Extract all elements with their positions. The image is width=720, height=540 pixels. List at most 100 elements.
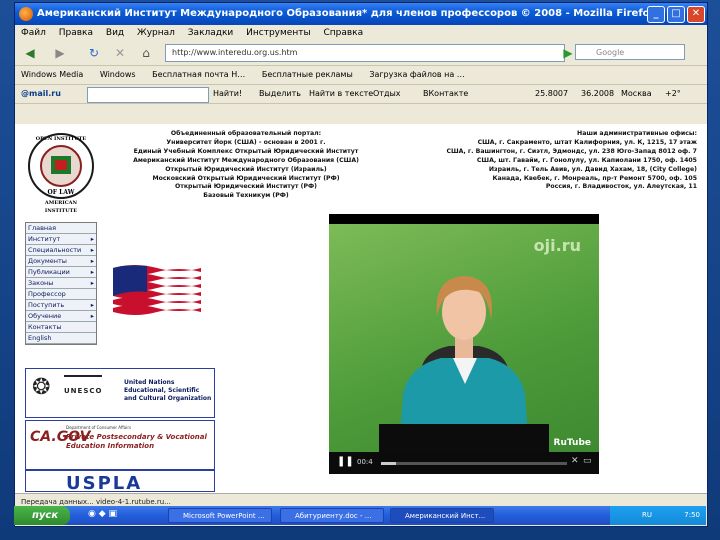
uspla-banner[interactable]: USPLA (25, 470, 215, 492)
side-menu-item[interactable]: Публикации ▸ (26, 267, 96, 278)
bookmark-item[interactable]: Бесплатная почта H… (152, 70, 245, 79)
temperature: +2° (665, 89, 681, 98)
side-menu: Главная Институт ▸ Специальности ▸ Докумен… (25, 222, 97, 345)
firefox-icon (19, 7, 33, 21)
menu-help[interactable]: Справка (323, 28, 363, 38)
find-button[interactable]: Найти! (213, 85, 242, 103)
presenter-image (379, 276, 549, 452)
minimize-button[interactable]: _ (647, 6, 665, 23)
address-bar[interactable]: http://www.interedu.org.us.htm (165, 44, 565, 62)
fullscreen-icon[interactable]: ▭ (583, 456, 592, 466)
side-menu-item[interactable]: Законы ▸ (26, 278, 96, 289)
header-line: Открытый Юридический Институт (РФ) (175, 183, 317, 191)
logo-text-line4: INSTITUTE (45, 208, 77, 214)
vkontakte-button[interactable]: ВКонтакте (423, 85, 468, 103)
mailru-logo[interactable]: @mail.ru (21, 85, 61, 103)
search-input[interactable]: Google (575, 44, 685, 60)
bookmark-item[interactable]: Windows Media (21, 70, 83, 79)
unesco-text: United Nations Educational, Scientific a… (124, 379, 212, 402)
taskbar-item-powerpoint[interactable]: Microsoft PowerPoint ... (168, 508, 272, 523)
logo-text-line1: OPEN INSTITUTE (36, 136, 87, 142)
stop-icon[interactable]: ✕ (111, 44, 129, 62)
header-line: Университет Йорк (США) - основан в 2001 … (166, 138, 326, 146)
city-weather[interactable]: Москва (621, 85, 652, 103)
video-frame[interactable]: oji.ru RuTube (329, 224, 599, 452)
menu-bar: Файл Правка Вид Журнал Закладки Инструме… (15, 25, 707, 41)
office-line: США, шт. Гавайи, г. Гонолулу, ул. Капиол… (476, 156, 697, 164)
menu-history[interactable]: Журнал (137, 28, 175, 38)
bppe-banner[interactable]: CA.GOV Department of Consumer Affairs Pr… (25, 420, 215, 470)
side-menu-item[interactable]: English (26, 333, 96, 344)
office-line: Канада, Квебек, г. Монреаль, пр-т Ремонт… (492, 174, 697, 182)
rutube-logo: RuTube (553, 438, 591, 448)
office-line: США, г. Сакраменто, штат Калифорния, ул.… (477, 138, 697, 146)
side-menu-item[interactable]: Документы ▸ (26, 256, 96, 267)
video-time: 00:4 (357, 458, 373, 466)
video-player[interactable]: oji.ru RuTube ❚❚ 00:4 ✕ ▭ (329, 214, 599, 474)
page-content: OPEN INSTITUTE OF LAW AMERICAN INSTITUTE… (15, 124, 707, 493)
office-line: Россия, г. Владивосток, ул. Алеутская, 1… (545, 183, 697, 191)
leisure-button[interactable]: Отдых (373, 85, 401, 103)
forward-icon[interactable]: ▶ (51, 44, 69, 62)
mailru-search-input[interactable] (87, 87, 209, 103)
bppe-text: Private Postsecondary & Vocational Educa… (66, 433, 207, 450)
side-menu-item[interactable]: Поступить ▸ (26, 300, 96, 311)
highlight-button[interactable]: Выделить (259, 85, 301, 103)
menu-file[interactable]: Файл (21, 28, 46, 38)
title-bar: Американский Институт Международного Обр… (15, 3, 707, 25)
taskbar-item-firefox[interactable]: Американский Инст... (390, 508, 494, 523)
start-button[interactable]: пуск (14, 506, 70, 525)
menu-bookmarks[interactable]: Закладки (188, 28, 234, 38)
close-button[interactable]: ✕ (687, 6, 705, 23)
logo-text-line3: AMERICAN (44, 200, 78, 206)
mailru-toolbar: @mail.ru Найти! Выделить Найти в тексте … (15, 85, 707, 104)
video-progress-fill (381, 462, 396, 465)
windows-taskbar: пуск ◉ ◆ ▣ Microsoft PowerPoint ... Абит… (14, 506, 706, 525)
menu-view[interactable]: Вид (106, 28, 124, 38)
reload-icon[interactable]: ↻ (85, 44, 103, 62)
side-menu-item[interactable]: Специальности ▸ (26, 245, 96, 256)
browser-window: Американский Институт Международного Обр… (14, 2, 708, 527)
uspla-logo: USPLA (66, 473, 143, 492)
volume-icon[interactable]: ✕ (571, 456, 579, 466)
header-line: Объединенный образовательный портал: (170, 130, 322, 137)
office-line: Наши административные офисы: (577, 130, 697, 137)
side-menu-item[interactable]: Профессор (26, 289, 96, 300)
side-menu-item[interactable]: Контакты (26, 322, 96, 333)
header-line: Единый Учебный Комплекс Открытый Юридиче… (133, 147, 359, 155)
institute-logo: OPEN INSTITUTE OF LAW AMERICAN INSTITUTE (28, 133, 94, 214)
video-progress-track[interactable] (381, 462, 567, 465)
pause-icon[interactable]: ❚❚ (337, 456, 354, 467)
menu-edit[interactable]: Правка (59, 28, 93, 38)
taskbar-item-word[interactable]: Абитуриенту.doc - ... (280, 508, 384, 523)
us-flag-image (113, 265, 201, 321)
quicklaunch-icons[interactable]: ◉ ◆ ▣ (88, 509, 117, 519)
logo-text-line2: OF LAW (48, 189, 75, 196)
bppe-dept: Department of Consumer Affairs (66, 425, 132, 430)
find-in-text-button[interactable]: Найти в тексте (309, 85, 373, 103)
header-line: Американский Институт Международного Обр… (133, 156, 359, 164)
bookmark-item[interactable]: Загрузка файлов на … (369, 70, 464, 79)
offices-header: Наши административные офисы: США, г. Сак… (397, 130, 697, 192)
language-indicator[interactable]: RU (642, 511, 652, 519)
maximize-button[interactable]: □ (667, 6, 685, 23)
office-line: США, г. Вашингтон, г. Сиэтл, Эдмондс, ул… (446, 147, 697, 155)
side-menu-item[interactable]: Обучение ▸ (26, 311, 96, 322)
side-menu-item[interactable]: Институт ▸ (26, 234, 96, 245)
office-line: Израиль, г. Тель Авив, ул. Давид Хахам, … (488, 165, 697, 173)
menu-tools[interactable]: Инструменты (246, 28, 310, 38)
window-title: Американский Институт Международного Обр… (37, 8, 656, 19)
header-line: Открытый Юридический Институт (Израиль) (165, 165, 327, 173)
navigation-toolbar: ◀ ▶ ↻ ✕ ⌂ http://www.interedu.org.us.htm… (15, 41, 707, 66)
unesco-banner[interactable]: ❂ UNESCO United Nations Educational, Sci… (25, 368, 215, 418)
clock: 7:50 (684, 511, 700, 519)
system-tray: RU 7:50 (610, 506, 706, 525)
bookmarks-toolbar: Windows Media Windows Бесплатная почта H… (15, 66, 707, 85)
header-line: Базовый Техникум (РФ) (203, 192, 289, 200)
home-icon[interactable]: ⌂ (137, 44, 155, 62)
bookmark-item[interactable]: Бесплатные рекламы (262, 70, 353, 79)
portal-header: Объединенный образовательный портал: Уни… (115, 130, 377, 201)
back-icon[interactable]: ◀ (21, 44, 39, 62)
side-menu-item[interactable]: Главная (26, 223, 96, 234)
bookmark-item[interactable]: Windows (100, 70, 136, 79)
